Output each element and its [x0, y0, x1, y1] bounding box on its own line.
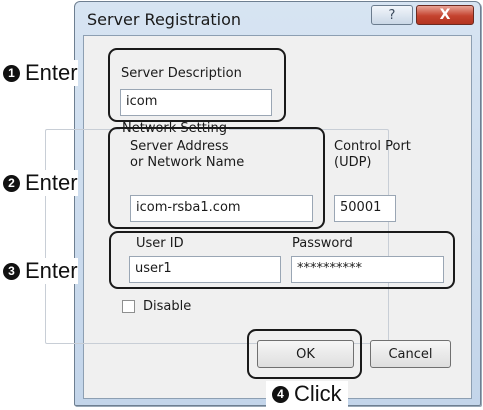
close-button[interactable]: X: [416, 5, 474, 25]
control-port-label-line2: (UDP): [334, 155, 372, 170]
cancel-button-label: Cancel: [388, 346, 433, 362]
callout-2-number: 2: [3, 174, 20, 192]
callout-3: 3 Enter: [3, 258, 78, 284]
callout-1: 1 Enter: [3, 60, 78, 86]
dialog-title: Server Registration: [87, 10, 242, 29]
disable-checkbox[interactable]: [122, 300, 135, 313]
cancel-button[interactable]: Cancel: [370, 340, 451, 368]
server-description-highlight: [108, 48, 286, 122]
callout-1-text: Enter: [25, 60, 78, 85]
callout-4-text: Click: [294, 381, 342, 406]
callout-2: 2 Enter: [3, 170, 78, 196]
callout-2-text: Enter: [25, 170, 78, 195]
close-icon: X: [439, 7, 451, 23]
credentials-highlight: [109, 231, 455, 289]
callout-4: 4 Click: [266, 381, 348, 407]
network-address-highlight: [108, 127, 325, 229]
ok-button-highlight: [247, 329, 362, 379]
control-port-label-line1: Control Port: [334, 139, 411, 154]
title-bar[interactable]: Server Registration ? X: [75, 2, 480, 36]
callout-3-number: 3: [3, 262, 20, 280]
callout-3-text: Enter: [25, 258, 78, 283]
callout-4-number: 4: [272, 385, 289, 403]
control-port-input[interactable]: 50001: [334, 195, 396, 222]
disable-label[interactable]: Disable: [143, 299, 191, 314]
callout-1-number: 1: [3, 64, 20, 82]
help-button[interactable]: ?: [371, 5, 413, 25]
help-icon: ?: [388, 7, 396, 23]
